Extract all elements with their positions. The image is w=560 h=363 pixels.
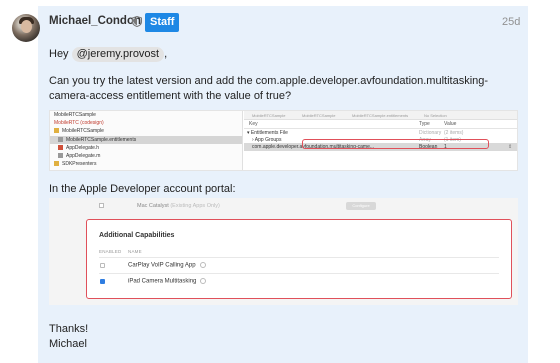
navigator-item: MobileRTC (codesign) (54, 120, 104, 126)
plist-header: Key Type Value (244, 120, 517, 129)
forum-post: Michael_Condon Staff 25d Hey @jeremy.pro… (0, 0, 560, 363)
navigator-item: AppDelegate.m (58, 152, 100, 160)
section-title: Additional Capabilities (99, 232, 175, 239)
column-enabled: ENABLED (99, 249, 122, 254)
capabilities-panel: Additional Capabilities ENABLED NAME Car… (86, 219, 512, 299)
capability-row: CarPlay VoIP Calling App (99, 257, 499, 273)
capability-name: Mac Catalyst (Existing Apps Only) (137, 203, 220, 209)
staff-badge: Staff (145, 13, 180, 32)
capability-label: iPad Camera Multitasking (128, 278, 207, 285)
post-username[interactable]: Michael_Condon (49, 15, 141, 27)
stepper-icon: ⇕ (508, 144, 513, 150)
user-mention[interactable]: @jeremy.provost (71, 47, 165, 62)
jump-bar-item: MobileRTCSample (252, 113, 286, 118)
navigator-item: MobileRTCSample (54, 112, 96, 118)
jump-bar-item: MobileRTCSample.entitlements (352, 113, 409, 118)
navigator-item: AppDelegate.h (58, 144, 99, 152)
avatar[interactable] (12, 14, 40, 42)
post-signature: Michael (49, 338, 87, 350)
folder-icon (54, 161, 59, 167)
highlight-outline (302, 139, 489, 149)
xcode-navigator: MobileRTCSample MobileRTC (codesign) Mob… (50, 111, 243, 170)
navigator-item: MobileRTCSample.entitlements (58, 136, 136, 144)
greeting-line: Hey @jeremy.provost, (49, 47, 167, 62)
xcode-jump-bar: MobileRTCSample MobileRTCSample MobileRT… (244, 111, 517, 120)
column-type: Type (419, 121, 430, 127)
capability-row: iPad Camera Multitasking (99, 273, 499, 289)
capability-label: CarPlay VoIP Calling App (128, 262, 206, 269)
greeting-prefix: Hey (49, 48, 69, 60)
capability-checkbox-checked (100, 279, 105, 284)
post-timestamp[interactable]: 25d (502, 16, 520, 28)
column-key: Key (249, 121, 258, 127)
source-file-icon (58, 153, 63, 159)
jump-bar-item: MobileRTCSample (302, 113, 336, 118)
info-icon (200, 278, 207, 284)
portal-screenshot[interactable]: Mac Catalyst (Existing Apps Only) Config… (49, 198, 518, 305)
jump-bar-item: No Selection (424, 113, 447, 118)
xcode-screenshot[interactable]: MobileRTCSample MobileRTC (codesign) Mob… (49, 110, 518, 171)
column-value: Value (444, 121, 457, 127)
post-closing: Thanks! (49, 323, 89, 335)
post-paragraph: Can you try the latest version and add t… (49, 75, 489, 102)
folder-icon (54, 128, 59, 134)
portal-top-row: Mac Catalyst (Existing Apps Only) Config… (49, 198, 518, 212)
avatar-face (21, 20, 32, 33)
navigator-item: MobileRTCSample (54, 127, 104, 135)
header-file-icon (58, 145, 63, 151)
file-icon (58, 137, 63, 143)
shield-icon (132, 16, 142, 27)
capability-checkbox (100, 263, 105, 268)
configure-button: Configure (346, 202, 376, 210)
info-icon (199, 262, 206, 268)
post-paragraph: In the Apple Developer account portal: (49, 183, 236, 195)
greeting-suffix: , (164, 48, 168, 60)
navigator-item: SDKPresenters (54, 160, 96, 168)
checkbox (99, 203, 104, 208)
column-name: NAME (128, 249, 142, 254)
